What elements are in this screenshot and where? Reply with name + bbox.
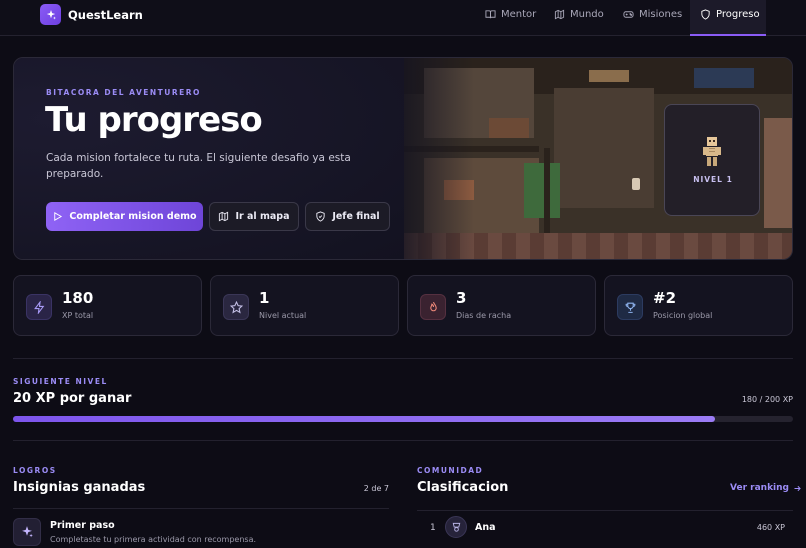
- stat-value: 1: [259, 289, 270, 307]
- stat-card-xp: 180 XP total: [13, 275, 202, 336]
- divider: [13, 508, 389, 509]
- complete-mission-button[interactable]: Completar mision demo: [46, 202, 203, 231]
- play-icon: [54, 212, 63, 221]
- brand-name[interactable]: QuestLearn: [68, 8, 143, 22]
- hero-subtitle: Cada mision fortalece tu ruta. El siguie…: [46, 152, 351, 180]
- view-ranking-label: Ver ranking: [730, 483, 789, 493]
- level-card: NIVEL 1: [664, 104, 760, 216]
- nav-item-label: Mundo: [570, 9, 604, 20]
- hero-kicker: BITACORA DEL AVENTURERO: [46, 88, 201, 97]
- go-to-map-label: Ir al mapa: [235, 211, 290, 222]
- nav-item-progreso[interactable]: Progreso: [690, 0, 766, 36]
- map-icon: [219, 211, 229, 222]
- flame-icon: [420, 294, 446, 320]
- avatar: [445, 516, 467, 538]
- stat-value: 3: [456, 289, 467, 307]
- xp-progress-fill: [13, 416, 715, 422]
- xp-progress-bar: [13, 416, 793, 422]
- skeleton-character-icon: [703, 137, 721, 166]
- complete-mission-label: Completar mision demo: [69, 211, 197, 222]
- go-to-map-button[interactable]: Ir al mapa: [209, 202, 299, 231]
- divider: [13, 358, 793, 359]
- shield-check-icon: [316, 211, 325, 222]
- stat-card-level: 1 Nivel actual: [210, 275, 399, 336]
- lightning-icon: [26, 294, 52, 320]
- level-badge: NIVEL 1: [693, 175, 733, 184]
- nav-item-label: Progreso: [716, 9, 760, 20]
- stat-label: Dias de racha: [456, 311, 512, 320]
- nav-item-label: Mentor: [501, 9, 537, 20]
- top-nav: QuestLearn Mentor Mundo Misiones Progres…: [0, 0, 806, 36]
- nav-item-mundo[interactable]: Mundo: [554, 9, 604, 20]
- stat-label: XP total: [62, 311, 94, 320]
- next-level-title: 20 XP por ganar: [13, 391, 132, 406]
- gamepad-icon: [623, 11, 634, 18]
- trophy-icon: [617, 294, 643, 320]
- badge-description: Completaste tu primera actividad con rec…: [50, 535, 257, 544]
- rank-name: Ana: [475, 522, 496, 533]
- hero-text-area: BITACORA DEL AVENTURERO Tu progreso Cada…: [14, 58, 404, 259]
- page-title: Tu progreso: [45, 100, 263, 140]
- rank-number: 1: [430, 523, 436, 533]
- final-boss-button[interactable]: Jefe final: [305, 202, 390, 231]
- divider: [13, 440, 793, 441]
- book-icon: [485, 10, 496, 19]
- nav-item-mentor[interactable]: Mentor: [485, 9, 536, 20]
- community-kicker: COMUNIDAD: [417, 466, 484, 475]
- stat-value: #2: [653, 289, 677, 307]
- view-ranking-link[interactable]: Ver ranking: [730, 483, 802, 493]
- shield-icon: [701, 9, 710, 20]
- hero-card: BITACORA DEL AVENTURERO Tu progreso Cada…: [13, 57, 793, 260]
- badge-count: 2 de 7: [363, 484, 389, 493]
- achievements-title: Insignias ganadas: [13, 480, 146, 495]
- stat-label: Nivel actual: [259, 311, 307, 320]
- map-icon: [554, 9, 565, 20]
- stat-value: 180: [62, 289, 94, 307]
- final-boss-label: Jefe final: [332, 211, 380, 222]
- next-level-kicker: SIGUIENTE NIVEL: [13, 377, 108, 386]
- nav-item-misiones[interactable]: Misiones: [623, 9, 682, 20]
- badge-title: Primer paso: [50, 520, 115, 531]
- leaderboard-title: Clasificacion: [417, 480, 509, 495]
- stat-card-streak: 3 Dias de racha: [407, 275, 596, 336]
- nav-item-label: Misiones: [639, 9, 683, 20]
- logo-sparkle-icon[interactable]: [40, 4, 61, 25]
- rank-xp: 460 XP: [756, 523, 785, 532]
- achievements-kicker: LOGROS: [13, 466, 57, 475]
- star-icon: [223, 294, 249, 320]
- stat-card-rank: #2 Posicion global: [604, 275, 793, 336]
- xp-progress-text: 180 / 200 XP: [741, 395, 793, 404]
- sparkle-badge-icon: [13, 518, 41, 546]
- arrow-right-icon: [794, 485, 801, 491]
- pixel-map-preview[interactable]: NIVEL 1: [404, 58, 792, 259]
- leaderboard-row[interactable]: 1 Ana 460 XP: [417, 510, 793, 548]
- user-badge-icon: [452, 522, 460, 532]
- stat-label: Posicion global: [653, 311, 713, 320]
